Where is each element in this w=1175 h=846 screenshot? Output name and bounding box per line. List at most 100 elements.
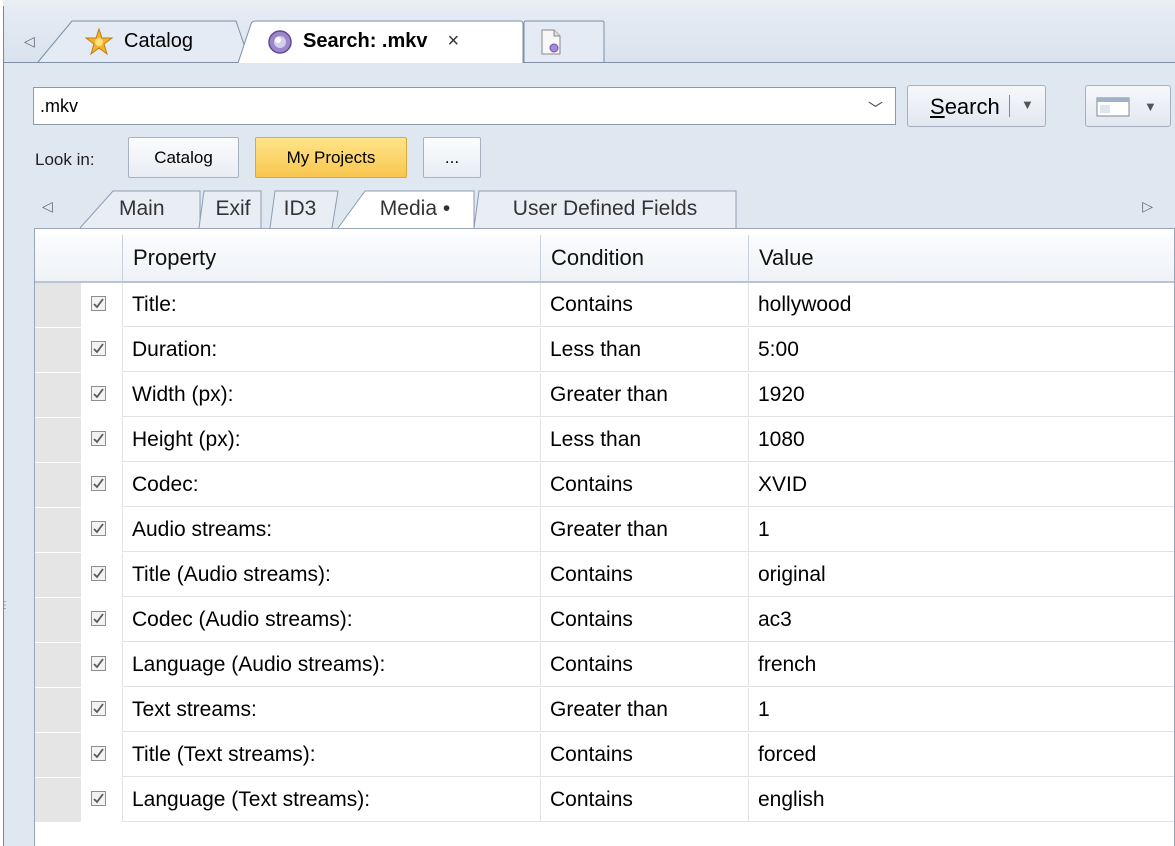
row-selector[interactable] [35,598,81,642]
cell-condition[interactable]: Contains [540,643,748,687]
table-row[interactable]: Codec: Contains XVID [35,463,1174,507]
row-selector[interactable] [35,778,81,822]
cell-property[interactable]: Height (px): [122,418,540,462]
cell-condition[interactable]: Contains [540,778,748,822]
cell-property[interactable]: Title (Text streams): [122,733,540,777]
cell-property[interactable]: Language (Text streams): [122,778,540,822]
row-selector[interactable] [35,283,81,327]
table-row[interactable]: Height (px): Less than 1080 [35,418,1174,462]
scope-more-button[interactable]: ... [423,137,481,178]
chevron-down-icon[interactable]: ﹀ [868,98,883,119]
row-checkbox[interactable] [91,611,106,626]
row-selector[interactable] [35,643,81,687]
cell-value[interactable]: 1 [748,508,1174,552]
tab-catalog[interactable]: Catalog [36,20,251,63]
tab-user-defined-fields[interactable]: User Defined Fields [473,190,737,228]
cell-property[interactable]: Codec: [122,463,540,507]
column-header-value[interactable]: Value [748,235,1174,281]
table-row[interactable]: Title (Text streams): Contains forced [35,733,1174,777]
search-query-text[interactable]: .mkv [40,96,78,117]
row-checkbox[interactable] [91,791,106,806]
cell-property[interactable]: Width (px): [122,373,540,417]
cell-value[interactable]: original [748,553,1174,597]
search-criteria-grid[interactable]: Property Condition Value Title: Contains h… [34,228,1175,846]
cell-value[interactable]: hollywood [748,283,1174,327]
row-selector[interactable] [35,733,81,777]
search-options-dropdown-icon[interactable]: ▼ [1021,97,1034,112]
row-checkbox[interactable] [91,656,106,671]
table-row[interactable]: Language (Audio streams): Contains french [35,643,1174,687]
table-row[interactable]: Text streams: Greater than 1 [35,688,1174,732]
row-selector[interactable] [35,688,81,732]
row-checkbox[interactable] [91,746,106,761]
search-button[interactable]: Search ▼ [907,85,1046,127]
view-dropdown-icon[interactable]: ▼ [1144,99,1157,114]
cell-condition[interactable]: Contains [540,463,748,507]
cell-property[interactable]: Title (Audio streams): [122,553,540,597]
table-row[interactable]: Language (Text streams): Contains english [35,778,1174,822]
row-selector[interactable] [35,373,81,417]
cell-condition[interactable]: Contains [540,283,748,327]
table-row[interactable]: Duration: Less than 5:00 [35,328,1174,372]
table-row[interactable]: Title: Contains hollywood [35,283,1174,327]
cell-condition[interactable]: Less than [540,418,748,462]
tab-main[interactable]: Main [79,190,201,228]
tab-new-document[interactable] [523,20,605,63]
checkmark-icon [93,388,104,399]
cell-condition[interactable]: Less than [540,328,748,372]
table-row[interactable]: Audio streams: Greater than 1 [35,508,1174,552]
cell-value[interactable]: french [748,643,1174,687]
tab-scroll-left-icon[interactable]: ◁ [24,33,35,50]
cell-property[interactable]: Codec (Audio streams): [122,598,540,642]
cell-value[interactable]: ac3 [748,598,1174,642]
cell-condition[interactable]: Greater than [540,373,748,417]
row-selector[interactable] [35,328,81,372]
column-header-condition[interactable]: Condition [540,235,748,281]
search-query-combobox[interactable]: .mkv ﹀ [33,87,896,125]
row-checkbox[interactable] [91,296,106,311]
row-checkbox[interactable] [91,431,106,446]
property-tab-scroll-left-icon[interactable]: ◁ [42,198,53,215]
row-selector[interactable] [35,463,81,507]
tab-exif[interactable]: Exif [198,190,262,228]
row-checkbox[interactable] [91,386,106,401]
cell-condition[interactable]: Contains [540,598,748,642]
cell-condition[interactable]: Greater than [540,508,748,552]
cell-property[interactable]: Text streams: [122,688,540,732]
row-selector[interactable] [35,508,81,552]
cell-value[interactable]: 1920 [748,373,1174,417]
cell-condition[interactable]: Greater than [540,688,748,732]
cell-value[interactable]: 1080 [748,418,1174,462]
row-checkbox[interactable] [91,521,106,536]
cell-value[interactable]: 5:00 [748,328,1174,372]
scope-my-projects-button[interactable]: My Projects [255,137,407,178]
cell-condition[interactable]: Contains [540,553,748,597]
tab-media[interactable]: Media • [337,190,475,228]
document-tab-strip: ◁ Catalog Search: .mkv × [4,7,1175,63]
row-selector[interactable] [35,553,81,597]
table-row[interactable]: Title (Audio streams): Contains original [35,553,1174,597]
table-row[interactable]: Codec (Audio streams): Contains ac3 [35,598,1174,642]
column-header-property[interactable]: Property [122,235,540,281]
cell-condition[interactable]: Contains [540,733,748,777]
scope-catalog-button[interactable]: Catalog [128,137,239,178]
close-tab-icon[interactable]: × [448,30,460,53]
tab-id3[interactable]: ID3 [269,190,339,228]
cell-value[interactable]: english [748,778,1174,822]
cell-property[interactable]: Audio streams: [122,508,540,552]
row-checkbox[interactable] [91,476,106,491]
row-selector[interactable] [35,418,81,462]
cell-property[interactable]: Duration: [122,328,540,372]
table-row[interactable]: Width (px): Greater than 1920 [35,373,1174,417]
property-tab-scroll-right-icon[interactable]: ▷ [1142,198,1153,215]
row-checkbox[interactable] [91,566,106,581]
cell-value[interactable]: forced [748,733,1174,777]
cell-property[interactable]: Language (Audio streams): [122,643,540,687]
view-layout-button[interactable]: ▼ [1085,85,1171,127]
cell-value[interactable]: 1 [748,688,1174,732]
row-checkbox[interactable] [91,701,106,716]
row-checkbox[interactable] [91,341,106,356]
cell-property[interactable]: Title: [122,283,540,327]
tab-search-mkv[interactable]: Search: .mkv × [237,20,527,63]
cell-value[interactable]: XVID [748,463,1174,507]
